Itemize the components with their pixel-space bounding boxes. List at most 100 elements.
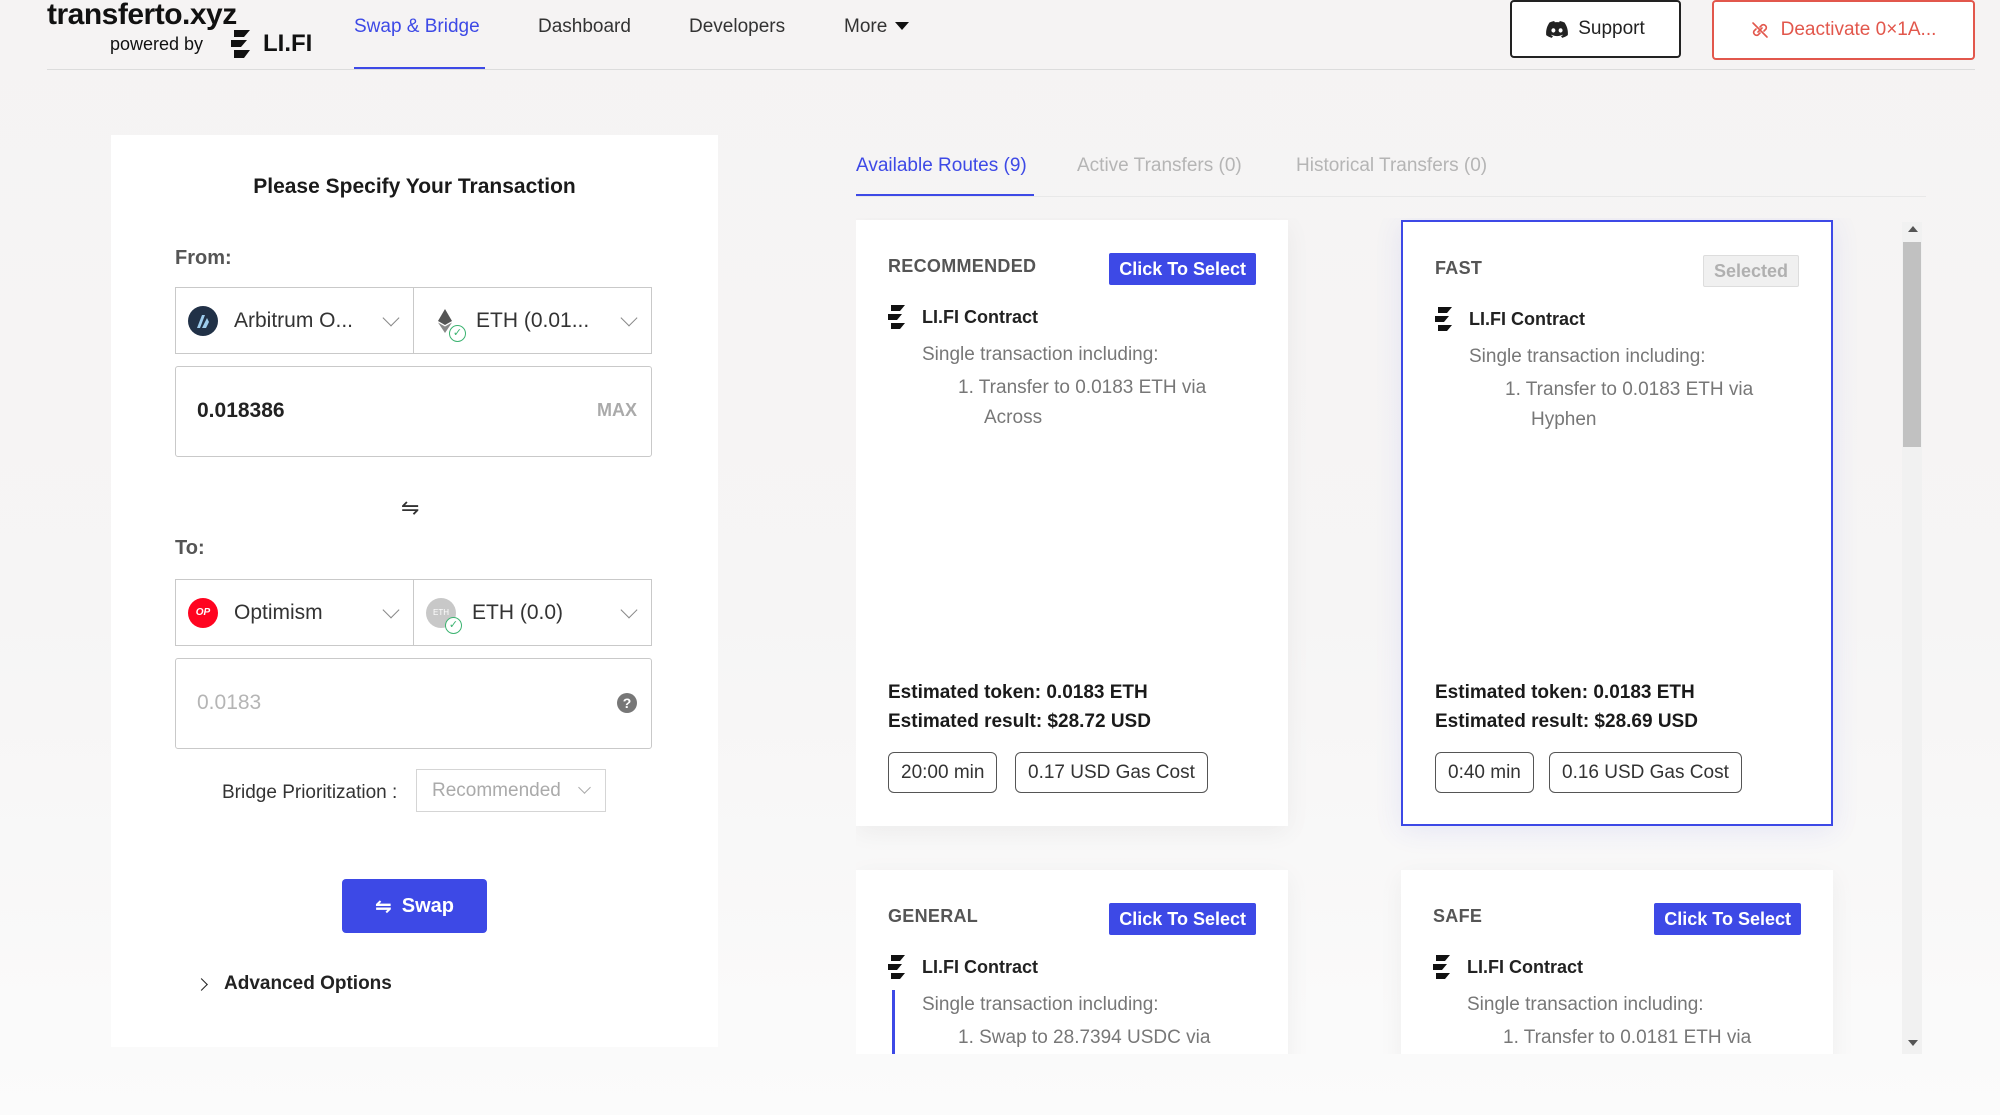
tabs-divider (856, 196, 1926, 197)
verified-check-icon: ✓ (445, 616, 462, 634)
unlink-icon (1751, 22, 1768, 38)
from-token-select[interactable]: ✓ ETH (0.01... (413, 287, 652, 354)
nav-more-label: More (844, 16, 888, 37)
tab-historical-transfers[interactable]: Historical Transfers (0) (1296, 155, 1487, 177)
route-description: Single transaction including: (1469, 346, 1706, 367)
route-tag: SAFE (1433, 906, 1483, 926)
route-step: 1. Transfer to 0.0183 ETH via Hyphen (1505, 379, 1754, 430)
contract-row: LI.FI Contract (1433, 306, 1585, 332)
max-button[interactable]: MAX (597, 400, 637, 421)
contract-label: LI.FI Contract (1467, 956, 1583, 977)
from-label: From: (175, 247, 232, 269)
tab-available-routes[interactable]: Available Routes (9) (856, 155, 1027, 177)
deactivate-wallet-button[interactable]: Deactivate 0×1A... (1712, 0, 1975, 60)
to-token-select[interactable]: ETH ✓ ETH (0.0) (413, 579, 652, 646)
optimism-icon: OP (188, 597, 218, 628)
help-icon[interactable]: ? (617, 693, 637, 713)
nav-developers[interactable]: Developers (689, 16, 785, 38)
gas-chip: 0.16 USD Gas Cost (1549, 752, 1742, 793)
from-amount-input[interactable]: 0.018386 MAX (175, 366, 652, 457)
lifi-contract-icon (1435, 307, 1452, 331)
contract-row: LI.FI Contract (1431, 954, 1583, 980)
route-card-fast[interactable]: FAST Selected LI.FI Contract Single tran… (1401, 220, 1833, 826)
route-tag: FAST (1435, 258, 1483, 278)
chevron-down-icon (382, 309, 400, 327)
contract-row: LI.FI Contract (886, 304, 1038, 330)
contract-label: LI.FI Contract (922, 956, 1038, 977)
tab-active-transfers[interactable]: Active Transfers (0) (1077, 155, 1242, 177)
chevron-down-icon (578, 781, 591, 794)
support-label: Support (1578, 18, 1645, 39)
chevron-down-icon (620, 601, 638, 619)
route-card-general[interactable]: GENERAL Click To Select LI.FI Contract S… (856, 870, 1288, 1054)
route-step: 1. Transfer to 0.0181 ETH via (1503, 1027, 1752, 1048)
gas-chip: 0.17 USD Gas Cost (1015, 752, 1208, 793)
lifi-contract-icon (888, 955, 905, 979)
header-divider (47, 69, 1975, 70)
route-card-recommended[interactable]: RECOMMENDED Click To Select LI.FI Contra… (856, 220, 1288, 826)
caret-down-icon (895, 22, 910, 30)
select-route-button[interactable]: Click To Select (1654, 903, 1801, 935)
estimated-token: Estimated token: 0.0183 ETH (888, 682, 1148, 703)
swap-direction-icon[interactable]: ⇋ (401, 495, 419, 521)
eth-grey-icon: ETH ✓ (426, 597, 462, 634)
from-chain-value: Arbitrum O... (234, 308, 354, 332)
powered-by-label: powered by (110, 34, 204, 54)
estimated-result: Estimated result: $28.72 USD (888, 711, 1151, 732)
to-label: To: (175, 537, 205, 559)
scroll-up-arrow-icon[interactable] (1908, 226, 1918, 232)
route-description: Single transaction including: (922, 344, 1159, 365)
route-tag: GENERAL (888, 906, 979, 926)
contract-label: LI.FI Contract (922, 306, 1038, 327)
eth-icon: ✓ (430, 305, 466, 342)
verified-check-icon: ✓ (449, 324, 466, 342)
lifi-contract-icon (888, 305, 905, 329)
lifi-logo-icon (231, 30, 250, 58)
to-token-value: ETH (0.0) (472, 600, 564, 624)
selected-route-badge: Selected (1702, 255, 1799, 287)
route-card-safe[interactable]: SAFE Click To Select LI.FI Contract Sing… (1401, 870, 1833, 1054)
deactivate-label: Deactivate 0×1A... (1780, 19, 1937, 40)
advanced-options-toggle[interactable]: Advanced Options (195, 973, 392, 995)
scrollbar-thumb[interactable] (1903, 242, 1921, 447)
lifi-contract-icon (1433, 955, 1450, 979)
contract-row: LI.FI Contract (886, 954, 1038, 980)
eth-grey-icon-text: ETH (433, 607, 449, 617)
scroll-down-arrow-icon[interactable] (1908, 1040, 1918, 1046)
nav-dashboard[interactable]: Dashboard (538, 16, 631, 38)
from-amount-value: 0.018386 (197, 399, 285, 422)
chevron-down-icon (620, 309, 638, 327)
from-chain-select[interactable]: Arbitrum O... (175, 287, 414, 354)
tab-active-indicator (856, 194, 1034, 196)
route-tag: RECOMMENDED (888, 256, 1037, 276)
nav-more[interactable]: More (844, 16, 910, 38)
support-button[interactable]: Support (1510, 0, 1681, 58)
advanced-options-label: Advanced Options (224, 973, 392, 994)
transaction-form-panel: Please Specify Your Transaction From: Ar… (111, 135, 718, 1047)
bridge-prioritization-select[interactable]: Recommended (416, 769, 606, 812)
time-chip: 0:40 min (1435, 752, 1534, 793)
swap-button[interactable]: ⇋ Swap (342, 879, 487, 933)
select-route-button[interactable]: Click To Select (1109, 253, 1256, 285)
select-route-button[interactable]: Click To Select (1109, 903, 1256, 935)
chevron-down-icon (382, 601, 400, 619)
estimated-result: Estimated result: $28.69 USD (1435, 711, 1698, 732)
route-step: 1. Swap to 28.7394 USDC via (958, 1027, 1211, 1048)
form-title: Please Specify Your Transaction (253, 175, 576, 198)
bridge-prioritization-value: Recommended (432, 780, 561, 801)
bridge-prioritization-label: Bridge Prioritization : (222, 782, 398, 803)
app-logo-title[interactable]: transferto.xyz (47, 0, 237, 32)
route-description: Single transaction including: (922, 994, 1159, 1015)
lifi-logo-text: LI.FI (263, 30, 313, 57)
arbitrum-icon (188, 305, 218, 336)
routes-list: RECOMMENDED Click To Select LI.FI Contra… (856, 218, 1908, 1054)
contract-label: LI.FI Contract (1469, 308, 1585, 329)
nav-swap-bridge[interactable]: Swap & Bridge (354, 16, 480, 38)
to-amount-output: 0.0183 ? (175, 658, 652, 749)
chevron-right-icon (195, 977, 208, 991)
estimated-token: Estimated token: 0.0183 ETH (1435, 682, 1695, 703)
time-chip: 20:00 min (888, 752, 998, 793)
route-step-connector (892, 990, 895, 1054)
to-chain-select[interactable]: OP Optimism (175, 579, 414, 646)
from-token-value: ETH (0.01... (476, 308, 590, 332)
